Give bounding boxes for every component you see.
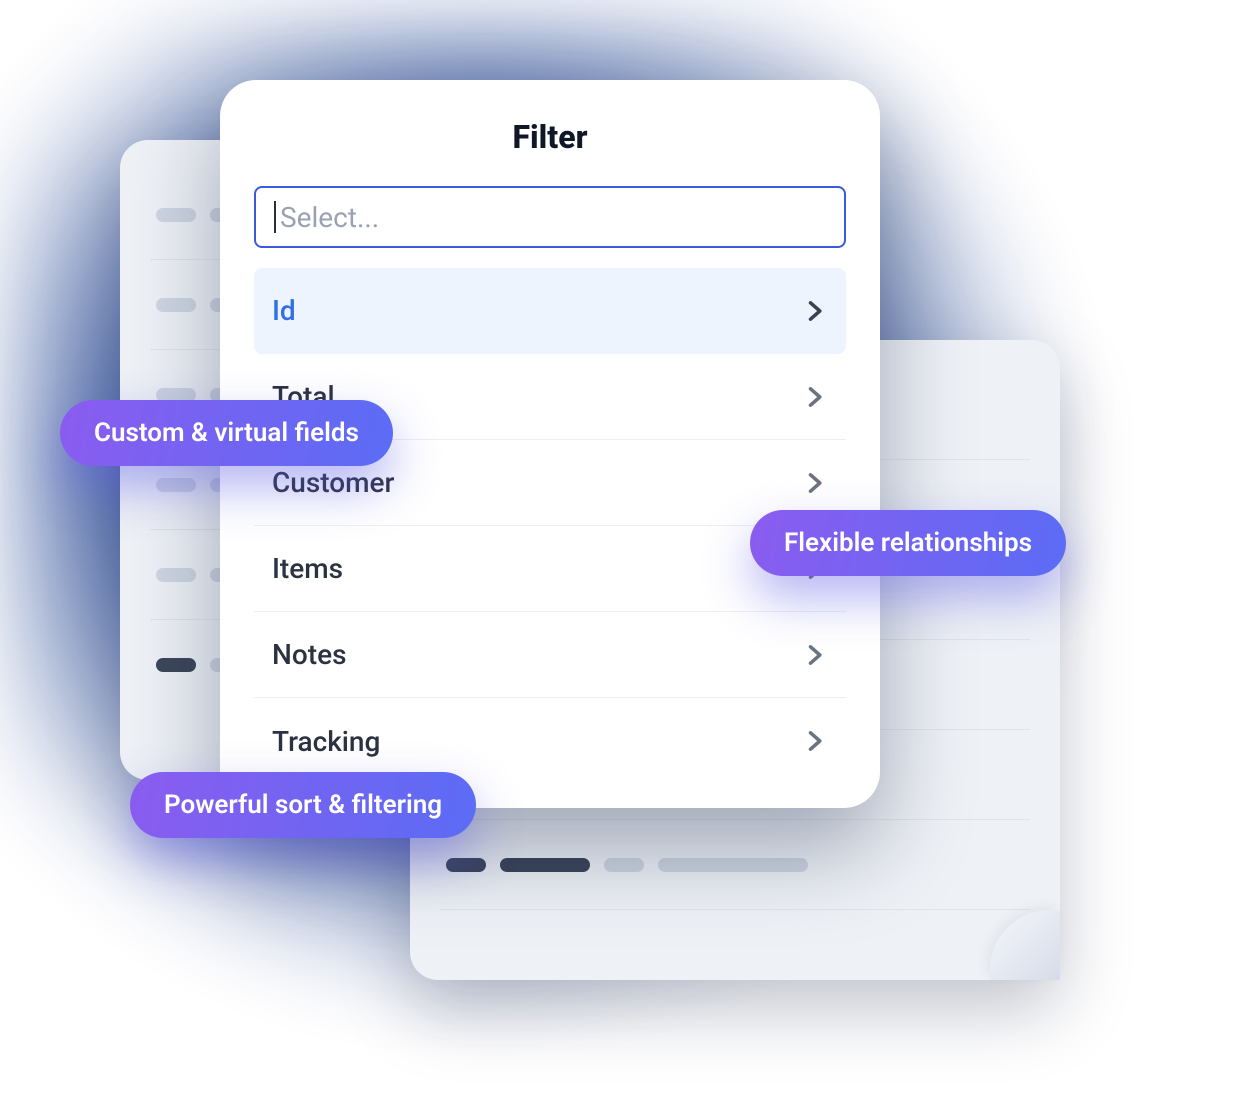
callout-custom-fields: Custom & virtual fields [60,400,393,466]
text-caret [274,201,276,233]
option-label: Tracking [272,725,380,758]
chevron-right-icon [800,469,828,497]
option-label: Notes [272,638,346,671]
filter-option-notes[interactable]: Notes [254,612,846,698]
option-label: Customer [272,466,394,499]
callout-relationships: Flexible relationships [750,510,1066,576]
chevron-right-icon [800,727,828,755]
chevron-right-icon [800,297,828,325]
chevron-right-icon [800,641,828,669]
option-label: Id [272,294,296,327]
filter-select-input[interactable]: Select... [254,186,846,248]
page-curl [990,910,1060,980]
callout-sort-filtering: Powerful sort & filtering [130,772,476,838]
filter-title: Filter [254,118,846,156]
filter-select-placeholder: Select... [280,201,379,234]
option-label: Items [272,552,343,585]
filter-option-id[interactable]: Id [254,268,846,354]
chevron-right-icon [800,383,828,411]
